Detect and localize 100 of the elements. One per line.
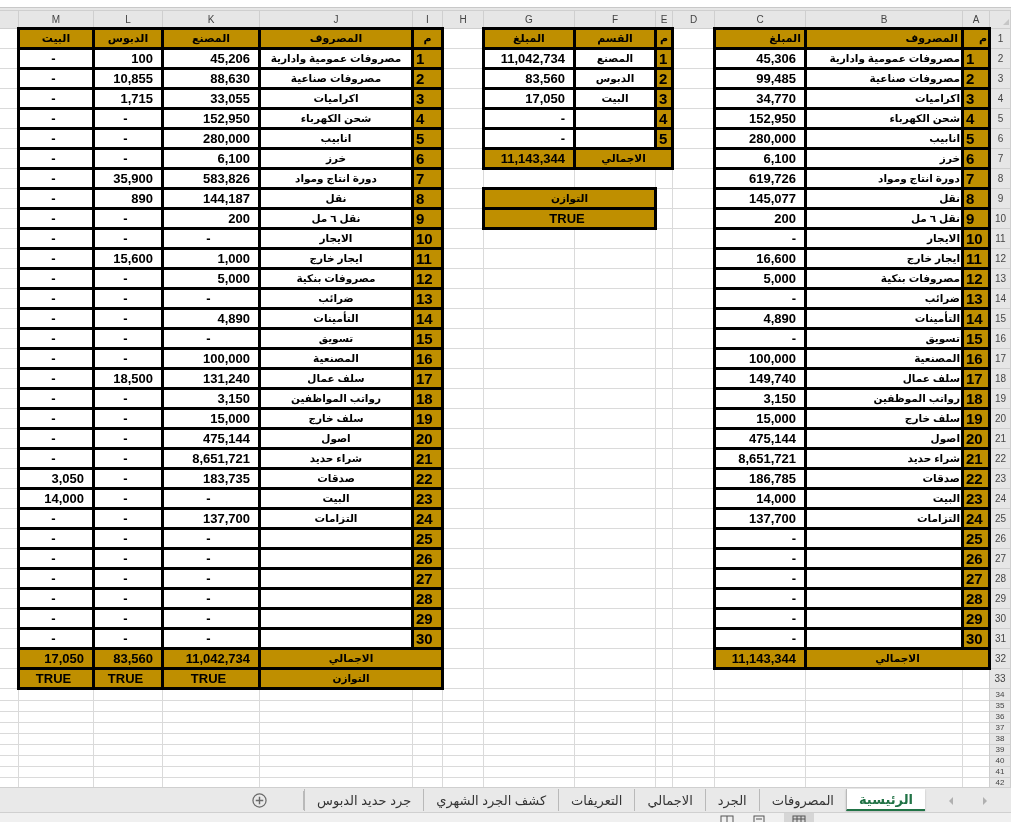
page-layout-view-icon[interactable] xyxy=(752,813,766,822)
row-number-cell: 25 xyxy=(962,528,990,549)
sheet-tab[interactable]: الجرد xyxy=(704,789,759,811)
row-number-cell: 4 xyxy=(962,108,990,129)
row-number-cell: 13 xyxy=(412,288,443,309)
row-header[interactable]: 2 xyxy=(997,53,1004,64)
column-header[interactable]: L xyxy=(125,13,131,25)
column-header[interactable]: B xyxy=(880,13,888,25)
row-number-cell: 11 xyxy=(412,248,443,269)
column-header[interactable]: H xyxy=(459,14,467,25)
column-title: القسم xyxy=(574,28,656,49)
row-number-cell: 29 xyxy=(412,608,443,629)
sheet-tab[interactable]: الرئيسية xyxy=(845,789,925,811)
column-header[interactable]: A xyxy=(972,13,980,25)
row-header[interactable]: 5 xyxy=(997,113,1004,124)
row-number-cell: 15 xyxy=(412,328,443,349)
sheet-tab[interactable]: التعريفات xyxy=(558,789,635,811)
column-header[interactable]: D xyxy=(689,14,698,25)
row-number-cell: 3 xyxy=(412,88,443,109)
row-number-cell: 18 xyxy=(412,388,443,409)
column-title: م xyxy=(412,28,443,49)
row-number-cell: 28 xyxy=(962,588,990,609)
sheet-tab[interactable]: المصروفات xyxy=(758,789,846,811)
column-title: م xyxy=(655,28,673,49)
row-number-cell: 14 xyxy=(962,308,990,329)
row-number-cell: 9 xyxy=(962,208,990,229)
column-title: المصروف xyxy=(805,28,963,49)
column-header[interactable]: J xyxy=(333,13,339,25)
row-header[interactable]: 3 xyxy=(997,73,1004,84)
row-header[interactable]: 4 xyxy=(997,93,1004,104)
formula-bar[interactable] xyxy=(0,0,1011,8)
column-header[interactable]: K xyxy=(207,13,215,25)
column-header[interactable]: C xyxy=(756,13,764,25)
row-number-cell: 20 xyxy=(412,428,443,449)
row-number-cell: 8 xyxy=(412,188,443,209)
row-number-cell: 4 xyxy=(412,108,443,129)
row-header[interactable]: 1 xyxy=(997,33,1004,44)
row-number-cell: 23 xyxy=(412,488,443,509)
row-number-cell: 2 xyxy=(962,68,990,89)
row-number-cell: 10 xyxy=(412,228,443,249)
row-number-cell: 12 xyxy=(962,268,990,289)
row-number-cell: 3 xyxy=(962,88,990,109)
row-number-cell: 19 xyxy=(412,408,443,429)
row-number-cell: 26 xyxy=(412,548,443,569)
column-title: المبلغ xyxy=(714,28,806,49)
row-header[interactable]: 7 xyxy=(997,153,1004,164)
row-number-cell: 7 xyxy=(412,168,443,189)
total-label: الاجمالي xyxy=(259,648,443,669)
row-number-cell: 29 xyxy=(962,608,990,629)
row-number-cell: 22 xyxy=(962,468,990,489)
row-number-cell: 1 xyxy=(962,48,990,69)
column-header[interactable]: F xyxy=(611,13,619,25)
row-number-cell: 8 xyxy=(962,188,990,209)
row-number-cell: 22 xyxy=(412,468,443,489)
row-number-cell: 16 xyxy=(412,348,443,369)
row-number-cell: 17 xyxy=(412,368,443,389)
column-header[interactable]: I xyxy=(426,13,429,25)
row-number-cell: 20 xyxy=(962,428,990,449)
row-number-cell: 1 xyxy=(412,48,443,69)
column-header[interactable]: G xyxy=(525,13,533,25)
row-number-cell: 2 xyxy=(412,68,443,89)
total-label: الاجمالي xyxy=(805,648,990,669)
row-number-cell: 5 xyxy=(962,128,990,149)
row-number-cell: 14 xyxy=(412,308,443,329)
page-break-view-icon[interactable] xyxy=(720,813,734,822)
row-number-cell: 18 xyxy=(962,388,990,409)
row-number-cell: 10 xyxy=(962,228,990,249)
row-header[interactable]: 9 xyxy=(997,193,1004,204)
row-number-cell: 6 xyxy=(962,148,990,169)
sheet-tab[interactable]: كشف الجرد الشهري xyxy=(423,789,559,811)
row-number-cell: 17 xyxy=(962,368,990,389)
column-title: المبلغ xyxy=(483,28,575,49)
row-number-cell: 23 xyxy=(962,488,990,509)
normal-view-icon[interactable] xyxy=(792,813,806,822)
row-number-cell: 21 xyxy=(962,448,990,469)
row-number-cell: 28 xyxy=(412,588,443,609)
row-number-cell: 15 xyxy=(962,328,990,349)
add-sheet-icon[interactable] xyxy=(252,793,268,808)
row-number-cell: 24 xyxy=(962,508,990,529)
row-header[interactable]: 6 xyxy=(997,133,1004,144)
scroll-left-icon[interactable] xyxy=(948,796,954,805)
row-number-cell: 25 xyxy=(412,528,443,549)
row-number-cell: 13 xyxy=(962,288,990,309)
column-title: الدبوس xyxy=(93,28,163,49)
select-all-icon[interactable] xyxy=(1002,18,1010,26)
row-number-cell: 19 xyxy=(962,408,990,429)
row-number-cell: 7 xyxy=(962,168,990,189)
column-title: المصروف xyxy=(259,28,413,49)
row-header[interactable]: 8 xyxy=(997,173,1004,184)
row-number-cell: 6 xyxy=(412,148,443,169)
column-title: المصنع xyxy=(162,28,260,49)
scroll-right-icon[interactable] xyxy=(982,796,988,805)
row-number-cell: 26 xyxy=(962,548,990,569)
sheet-tab[interactable]: الاجمالي xyxy=(634,789,705,811)
row-number-cell: 21 xyxy=(412,448,443,469)
row-number-cell: 30 xyxy=(412,628,443,649)
row-number-cell: 11 xyxy=(962,248,990,269)
row-number-cell: 12 xyxy=(412,268,443,289)
column-header[interactable]: M xyxy=(51,13,61,25)
row-number-cell: 30 xyxy=(962,628,990,649)
